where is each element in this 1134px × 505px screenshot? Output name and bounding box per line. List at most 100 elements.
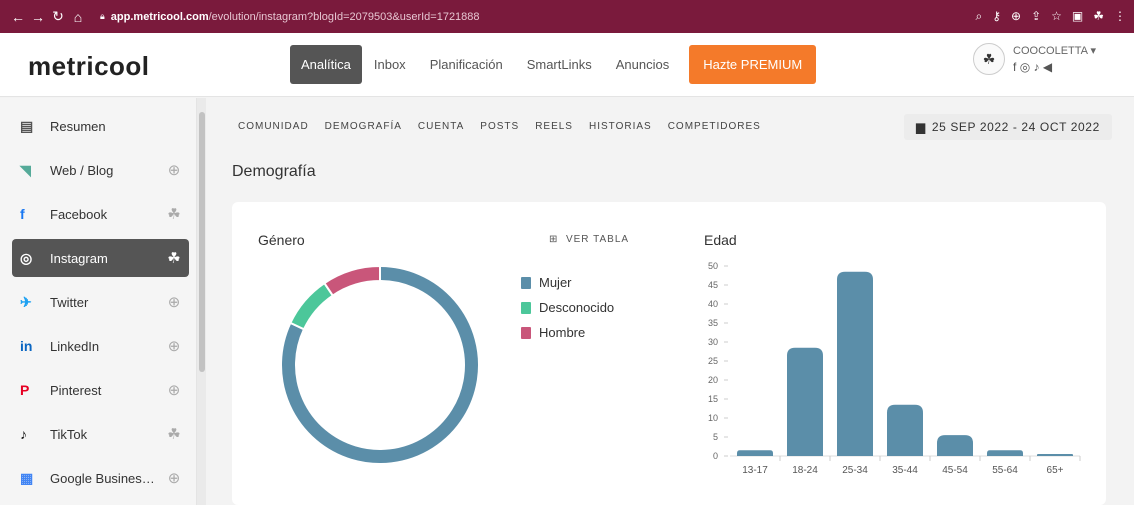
metricool-logo[interactable]: metricool bbox=[28, 51, 150, 82]
key-icon[interactable]: ⚷ bbox=[992, 9, 1001, 24]
x-tick-label: 55-64 bbox=[992, 465, 1018, 476]
zoom-icon[interactable]: ⊕ bbox=[1011, 9, 1021, 24]
account-avatar-icon[interactable]: ☘ bbox=[159, 425, 189, 443]
bar-13-17[interactable] bbox=[737, 450, 773, 456]
y-tick-label: 25 bbox=[708, 356, 718, 366]
account-avatar-icon[interactable]: ☘ bbox=[159, 205, 189, 223]
bar-18-24[interactable] bbox=[787, 347, 823, 456]
menu-icon[interactable]: ⋮ bbox=[1114, 9, 1126, 24]
y-tick-label: 20 bbox=[708, 375, 718, 385]
sidebar-item-twitter[interactable]: ✈ Twitter ⊕ bbox=[12, 283, 189, 321]
profile-icon[interactable]: ☘ bbox=[1093, 9, 1104, 24]
date-range-picker[interactable]: ▆ 25 SEP 2022 - 24 OCT 2022 bbox=[904, 114, 1112, 140]
account-network-icons: f ◎ ♪ ◀ bbox=[1013, 60, 1053, 74]
bar-65+[interactable] bbox=[1037, 454, 1073, 456]
sidebar-item-label: Web / Blog bbox=[50, 162, 114, 178]
nav-planificacion[interactable]: Planificación bbox=[418, 45, 515, 84]
lock-icon: 🔒︎ bbox=[100, 11, 105, 21]
legend-label: Hombre bbox=[539, 325, 586, 340]
sidebar-item-instagram[interactable]: ◎ Instagram ☘ bbox=[12, 239, 189, 277]
add-account-icon[interactable]: ⊕ bbox=[159, 381, 189, 399]
home-icon[interactable]: ⌂ bbox=[68, 9, 88, 25]
tab-comunidad[interactable]: COMUNIDAD bbox=[238, 121, 309, 132]
sidebar-item-resumen[interactable]: ▤ Resumen bbox=[12, 107, 189, 145]
tab-competidores[interactable]: COMPETIDORES bbox=[668, 121, 761, 132]
gender-title: Género bbox=[258, 232, 305, 248]
sidebar-item-label: LinkedIn bbox=[50, 338, 100, 354]
tab-demografia[interactable]: DEMOGRAFÍA bbox=[325, 121, 402, 132]
linkedin-icon: in bbox=[20, 338, 33, 354]
y-tick-label: 5 bbox=[713, 432, 718, 442]
gender-legend: Mujer Desconocido Hombre bbox=[521, 270, 614, 345]
y-tick-label: 40 bbox=[708, 299, 718, 309]
y-tick-label: 10 bbox=[708, 413, 718, 423]
clipboard-icon: ▤ bbox=[20, 117, 34, 134]
sidebar-icon[interactable]: ▣ bbox=[1072, 9, 1083, 24]
ver-tabla-label: VER TABLA bbox=[565, 234, 630, 245]
legend-label: Desconocido bbox=[539, 300, 615, 315]
tab-cuenta[interactable]: CUENTA bbox=[418, 121, 464, 132]
sidebar-item-label: Google Busines… bbox=[50, 470, 155, 486]
sidebar-item-label: TikTok bbox=[50, 426, 88, 442]
premium-button[interactable]: Hazte PREMIUM bbox=[689, 45, 817, 84]
sidebar-scroll-thumb[interactable] bbox=[199, 112, 205, 372]
address-bar[interactable]: 🔒︎ app.metricool.com /evolution/instagra… bbox=[100, 11, 480, 23]
donut-slice-desconocido[interactable] bbox=[289, 281, 335, 331]
legend-item-hombre[interactable]: Hombre bbox=[521, 320, 614, 345]
bar-25-34[interactable] bbox=[837, 271, 873, 456]
account-avatar-icon[interactable]: ☘ bbox=[159, 249, 189, 267]
nav-anuncios[interactable]: Anuncios bbox=[604, 45, 681, 84]
url-host: app.metricool.com bbox=[110, 10, 209, 23]
sidebar-item-pinterest[interactable]: P Pinterest ⊕ bbox=[12, 371, 189, 409]
sidebar-item-tiktok[interactable]: ♪ TikTok ☘ bbox=[12, 415, 189, 453]
browser-toolbar: ← → ↻ ⌂ 🔒︎ app.metricool.com /evolution/… bbox=[0, 0, 1134, 33]
avatar[interactable]: ☘ bbox=[973, 43, 1006, 75]
sidebar-item-linkedin[interactable]: in LinkedIn ⊕ bbox=[12, 327, 189, 365]
add-account-icon[interactable]: ⊕ bbox=[159, 293, 189, 311]
legend-item-desconocido[interactable]: Desconocido bbox=[521, 295, 614, 320]
table-icon: ⊞ bbox=[549, 234, 559, 245]
sidebar-item-label: Instagram bbox=[50, 250, 108, 266]
sidebar-item-facebook[interactable]: f Facebook ☘ bbox=[12, 195, 189, 233]
bar-35-44[interactable] bbox=[887, 404, 923, 456]
sidebar-item-web-blog[interactable]: ◥ Web / Blog ⊕ bbox=[12, 151, 189, 189]
bar-45-54[interactable] bbox=[937, 435, 973, 456]
legend-item-mujer[interactable]: Mujer bbox=[521, 270, 614, 295]
bar-55-64[interactable] bbox=[987, 450, 1023, 456]
back-icon[interactable]: ← bbox=[8, 9, 28, 25]
forward-icon[interactable]: → bbox=[28, 9, 48, 25]
tab-historias[interactable]: HISTORIAS bbox=[589, 121, 652, 132]
star-icon[interactable]: ☆ bbox=[1051, 9, 1062, 24]
top-nav: Analítica Inbox Planificación SmartLinks… bbox=[290, 45, 817, 84]
add-account-icon[interactable]: ⊕ bbox=[159, 337, 189, 355]
account-switcher[interactable]: ☘ COOCOLETTA ▾ f ◎ ♪ ◀ bbox=[973, 43, 1096, 75]
ver-tabla-button[interactable]: ⊞ VER TABLA bbox=[549, 234, 629, 245]
y-tick-label: 45 bbox=[708, 280, 718, 290]
nav-analitica[interactable]: Analítica bbox=[290, 45, 362, 84]
nav-smartlinks[interactable]: SmartLinks bbox=[515, 45, 604, 84]
y-tick-label: 35 bbox=[708, 318, 718, 328]
legend-swatch bbox=[521, 301, 531, 314]
rss-icon: ◥ bbox=[20, 161, 31, 178]
x-tick-label: 45-54 bbox=[942, 465, 968, 476]
donut-slice-hombre[interactable] bbox=[322, 264, 381, 297]
add-account-icon[interactable]: ⊕ bbox=[159, 161, 189, 179]
add-account-icon[interactable]: ⊕ bbox=[159, 469, 189, 487]
chevron-down-icon[interactable]: ▾ bbox=[1090, 45, 1096, 57]
facebook-icon: f bbox=[20, 206, 25, 222]
age-title: Edad bbox=[704, 232, 737, 248]
sidebar-item-google-busines[interactable]: ▦ Google Busines… ⊕ bbox=[12, 459, 189, 497]
share-icon[interactable]: ⇪ bbox=[1031, 9, 1041, 24]
sidebar-item-label: Facebook bbox=[50, 206, 108, 222]
legend-swatch bbox=[521, 326, 531, 339]
search-icon[interactable]: ⌕ bbox=[975, 9, 982, 24]
reload-icon[interactable]: ↻ bbox=[48, 8, 68, 25]
sidebar-item-label: Resumen bbox=[50, 118, 106, 134]
google-business-icon: ▦ bbox=[20, 469, 34, 486]
tab-reels[interactable]: REELS bbox=[535, 121, 573, 132]
sidebar-item-label: Twitter bbox=[50, 294, 89, 310]
tab-posts[interactable]: POSTS bbox=[480, 121, 519, 132]
x-tick-label: 25-34 bbox=[842, 465, 868, 476]
url-path: /evolution/instagram?blogId=2079503&user… bbox=[208, 10, 480, 23]
nav-inbox[interactable]: Inbox bbox=[362, 45, 418, 84]
